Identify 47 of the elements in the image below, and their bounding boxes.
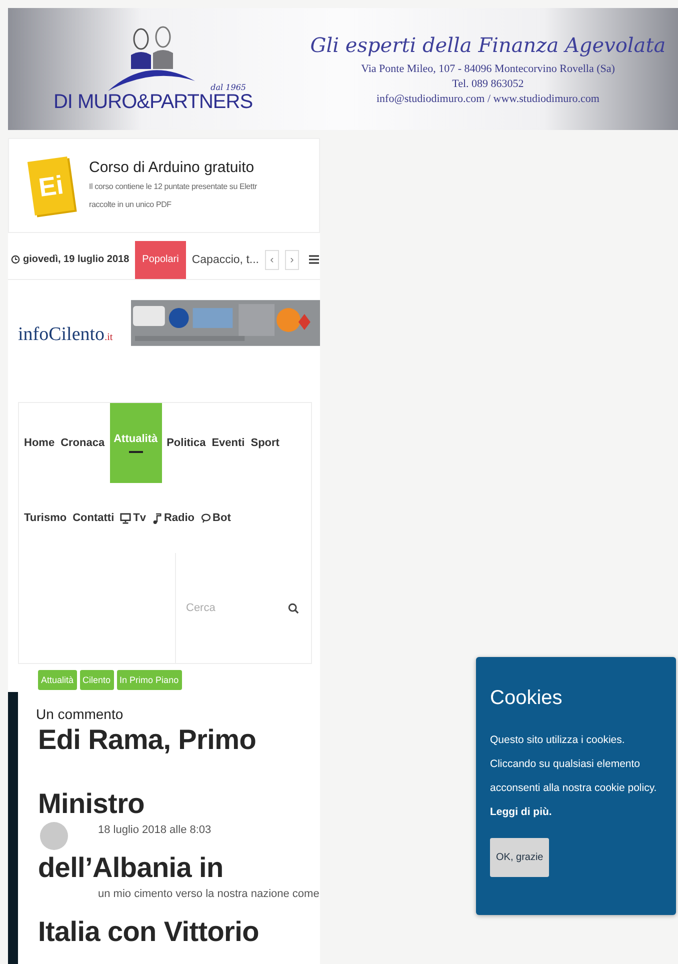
previous-button[interactable]: ‹	[264, 250, 279, 270]
nav-link[interactable]: Cronaca	[60, 437, 106, 449]
advertising-banner[interactable]: DI MURO&PARTNERS dal 1965 Gli esperti della Finanza Agevolata Via Ponte Mileo, 107 - 84096 Montecorvino Rovella (Sa) Tel. 089 863052 info@studiodimuro.com / www.studiodimuro.com	[8, 8, 678, 130]
article-title: Ministro	[38, 788, 146, 820]
nav-link[interactable]: Contatti	[72, 512, 116, 524]
brand-name: DI MURO&PARTNERS	[53, 90, 253, 114]
address: Via Ponte Mileo, 107 - 84096 Montecorvino Rovella (Sa)	[361, 63, 615, 75]
comment-date: 18 luglio 2018 alle 8:03	[98, 824, 212, 836]
cookie-text: Questo sito utilizza i cookies. Cliccando su qualsiasi elemento acconsenti alla nostra cookie policy. Leggi di più.	[490, 733, 658, 820]
slogan: Gli esperti della Finanza Agevolata	[310, 33, 666, 57]
nav-link[interactable]: Eventi	[210, 437, 246, 449]
nav-link[interactable]: Home	[23, 437, 56, 449]
phone-number: Tel. 089 863052	[452, 78, 524, 90]
article-title: Italia con Vittorio	[38, 916, 259, 948]
nav-link[interactable]: Politica	[166, 437, 207, 449]
article-title: Edi Rama, Primo	[38, 724, 258, 756]
menu-icon[interactable]	[308, 255, 319, 264]
comment-text: un mio cimento verso la nostra nazione come	[98, 888, 320, 900]
since-year: dal 1965	[210, 82, 246, 92]
promo-description: Il corso contiene le 12 puntate presentate su Elettr	[89, 181, 257, 193]
contact-links: info@studiodimuro.com / www.studiodimuro.com	[376, 93, 600, 105]
cookie-title: Cookies	[490, 687, 564, 710]
ticker-headline[interactable]: Capaccio, t...	[192, 254, 259, 266]
avatar	[40, 822, 68, 850]
book-logo-icon: Ei	[27, 156, 75, 216]
article-title: dell’Albania in	[38, 852, 224, 884]
search-icon[interactable]	[288, 602, 299, 614]
nav-link[interactable]: Radio	[150, 512, 196, 524]
popular-label: Popolari	[135, 241, 186, 279]
next-button[interactable]: ›	[284, 250, 299, 270]
comments-heading: Un commento	[36, 706, 124, 722]
chat-bubble-icon	[200, 513, 211, 523]
promo-card[interactable]: Ei Corso di Arduino gratuito Il corso contiene le 12 puntate presentate su Elettr raccolte in un unico PDF	[8, 138, 320, 233]
nav-link[interactable]: Turismo	[23, 512, 68, 524]
nav-link[interactable]: Bot	[200, 512, 232, 524]
promo-title: Corso di Arduino gratuito	[89, 159, 256, 176]
music-note-icon	[152, 512, 162, 524]
monitor-icon	[120, 512, 132, 524]
promo-description: raccolte in un unico PDF	[89, 199, 172, 211]
search-field[interactable]: Cerca	[184, 601, 288, 615]
read-more-link[interactable]: Leggi di più.	[490, 806, 552, 818]
site-logo[interactable]: infoCilento.it	[18, 324, 113, 346]
nav-link[interactable]: Sport	[250, 437, 280, 449]
accept-button[interactable]: OK, grazie	[490, 838, 550, 877]
clock-icon	[11, 255, 20, 264]
nav-link[interactable]: Tv	[119, 512, 147, 524]
current-date: giovedì, 19 luglio 2018	[22, 254, 130, 266]
